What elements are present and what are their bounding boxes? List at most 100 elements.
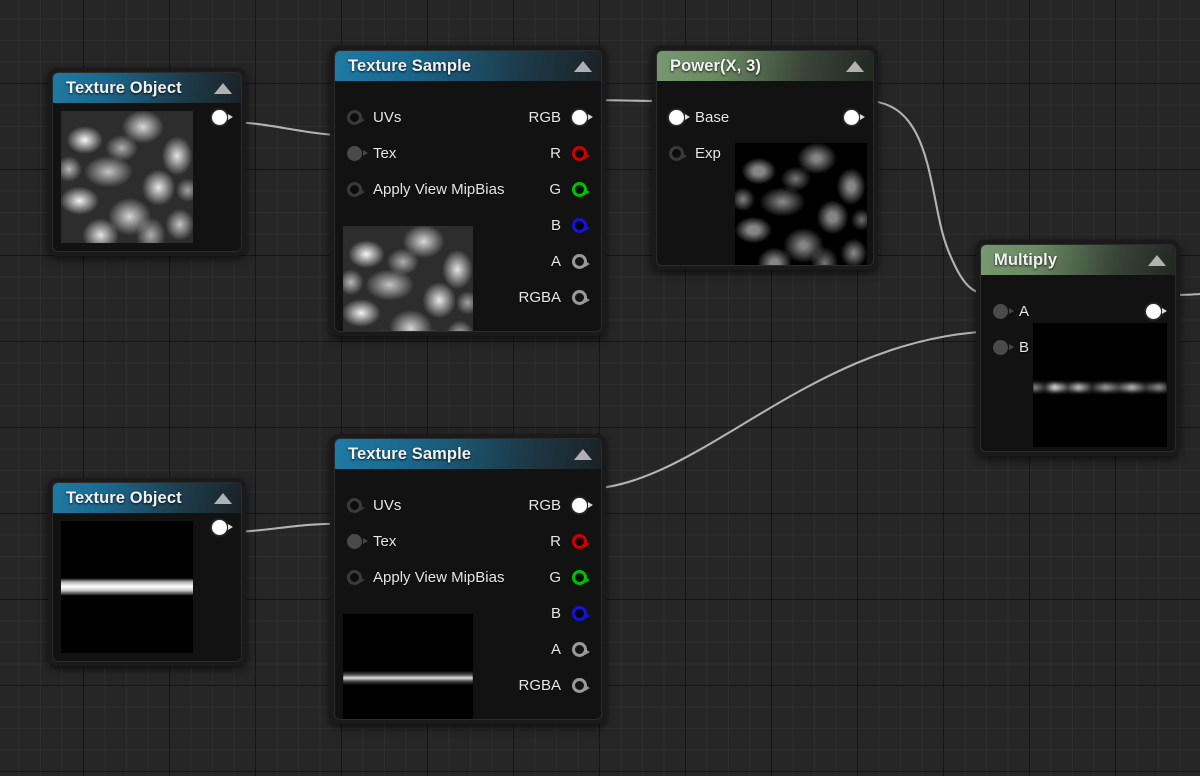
output-pin-b[interactable]	[572, 217, 590, 233]
output-pin-row[interactable]	[201, 509, 233, 545]
input-pin-row-apply-view-mipbias[interactable]: Apply View MipBias	[347, 171, 504, 207]
input-pin-label: Tex	[373, 532, 397, 550]
input-pin-label: Apply View MipBias	[373, 568, 505, 586]
output-pin-label: RGBA	[518, 288, 561, 306]
output-pin-g[interactable]	[572, 569, 590, 585]
output-pin[interactable]	[844, 109, 865, 125]
output-pin-label: A	[550, 640, 561, 658]
node-body-frame: Texture Object	[52, 482, 242, 662]
input-pin-uvs[interactable]	[347, 109, 365, 125]
input-pin-list: Base Exp	[669, 99, 729, 171]
output-pin-row-rgb[interactable]: RGB	[518, 99, 593, 135]
input-pin-row-uvs[interactable]: UVs	[347, 99, 504, 135]
output-pin-label: RGB	[528, 108, 561, 126]
output-pin-row-b[interactable]: B	[518, 207, 590, 243]
node-content	[53, 103, 241, 251]
output-pin-b[interactable]	[572, 605, 590, 621]
collapse-arrow-icon[interactable]	[214, 82, 232, 94]
input-pin-row-tex[interactable]: Tex	[347, 523, 504, 559]
node-body-frame: Texture Object	[52, 72, 242, 252]
node-title: Power(X, 3)	[670, 56, 761, 75]
node-texture-object-bottom[interactable]: Texture Object	[48, 478, 246, 666]
output-pin-row-r[interactable]: R	[518, 523, 590, 559]
output-pin-list	[833, 99, 865, 135]
input-pin-row-apply-view-mipbias[interactable]: Apply View MipBias	[347, 559, 504, 595]
input-pin-exp[interactable]	[669, 145, 687, 161]
collapse-arrow-icon[interactable]	[574, 60, 592, 72]
input-pin-apply-view-mipbias[interactable]	[347, 181, 365, 197]
input-pin-row-tex[interactable]: Tex	[347, 135, 504, 171]
input-pin-row-b[interactable]: B	[993, 329, 1029, 365]
output-pin-label: A	[550, 252, 561, 270]
input-pin-b[interactable]	[993, 339, 1014, 355]
input-pin-label: Exp	[695, 144, 721, 162]
node-texture-object-top[interactable]: Texture Object	[48, 68, 246, 256]
output-pin-label: R	[550, 532, 561, 550]
input-pin-label: UVs	[373, 108, 402, 126]
output-pin-row-r[interactable]: R	[518, 135, 590, 171]
output-pin-g[interactable]	[572, 181, 590, 197]
output-pin-label: B	[550, 216, 561, 234]
output-pin-list: RGB R G B A RGBA	[518, 487, 593, 703]
output-pin-r[interactable]	[572, 145, 590, 161]
node-texture-sample-bottom[interactable]: Texture Sample UVs Tex Apply View MipBia…	[330, 434, 606, 724]
input-pin-a[interactable]	[993, 303, 1014, 319]
input-pin-list: UVs Tex Apply View MipBias	[347, 487, 504, 595]
collapse-arrow-icon[interactable]	[574, 448, 592, 460]
input-pin-row-uvs[interactable]: UVs	[347, 487, 504, 523]
collapse-arrow-icon[interactable]	[214, 492, 232, 504]
texture-thumbnail	[61, 521, 193, 653]
collapse-arrow-icon[interactable]	[846, 60, 864, 72]
node-titlebar[interactable]: Multiply	[981, 245, 1175, 275]
input-pin-label: A	[1019, 302, 1030, 320]
output-pin-row-rgba[interactable]: RGBA	[518, 279, 590, 315]
input-pin-tex[interactable]	[347, 533, 368, 549]
node-content: Base Exp	[657, 81, 873, 265]
output-pin-row[interactable]	[201, 99, 233, 135]
input-pin-label: Tex	[373, 144, 397, 162]
output-pin-label: RGB	[528, 496, 561, 514]
input-pin-label: B	[1019, 338, 1030, 356]
output-pin-row-g[interactable]: G	[518, 559, 590, 595]
input-pin-row-a[interactable]: A	[993, 293, 1029, 329]
output-pin-rgb[interactable]	[572, 109, 593, 125]
output-pin-label: G	[549, 180, 561, 198]
output-pin-a[interactable]	[572, 253, 590, 269]
output-pin-row-rgba[interactable]: RGBA	[518, 667, 590, 703]
output-pin[interactable]	[1146, 303, 1167, 319]
node-power[interactable]: Power(X, 3) Base Exp	[652, 46, 878, 270]
node-texture-sample-top[interactable]: Texture Sample UVs Tex Apply View MipBia…	[330, 46, 606, 336]
collapse-arrow-icon[interactable]	[1148, 254, 1166, 266]
output-pin-row[interactable]	[833, 99, 865, 135]
input-pin-base[interactable]	[669, 109, 690, 125]
node-title: Multiply	[994, 250, 1058, 269]
input-pin-row-exp[interactable]: Exp	[669, 135, 729, 171]
input-pin-uvs[interactable]	[347, 497, 365, 513]
node-multiply[interactable]: Multiply A B	[976, 240, 1180, 456]
output-pin-rgba[interactable]	[572, 677, 590, 693]
node-titlebar[interactable]: Texture Sample	[335, 51, 601, 81]
wire-texsample-bottom-rgb-to-multiply-b	[582, 329, 1001, 491]
material-graph-canvas[interactable]: Texture Object Texture Sample UVs Tex Ap…	[0, 0, 1200, 776]
input-pin-row-base[interactable]: Base	[669, 99, 729, 135]
input-pin-apply-view-mipbias[interactable]	[347, 569, 365, 585]
output-pin-row-a[interactable]: A	[518, 631, 590, 667]
output-pin-row-a[interactable]: A	[518, 243, 590, 279]
node-content: UVs Tex Apply View MipBias RGB R G B A R…	[335, 469, 601, 719]
output-pin[interactable]	[212, 519, 233, 535]
output-pin-row-g[interactable]: G	[518, 171, 590, 207]
output-pin[interactable]	[212, 109, 233, 125]
node-titlebar[interactable]: Texture Sample	[335, 439, 601, 469]
output-pin-r[interactable]	[572, 533, 590, 549]
input-pin-list: UVs Tex Apply View MipBias	[347, 99, 504, 207]
output-pin-list	[201, 509, 233, 545]
output-pin-row-rgb[interactable]: RGB	[518, 487, 593, 523]
node-titlebar[interactable]: Power(X, 3)	[657, 51, 873, 81]
output-pin-rgba[interactable]	[572, 289, 590, 305]
output-pin-list	[201, 99, 233, 135]
output-pin-a[interactable]	[572, 641, 590, 657]
output-pin-rgb[interactable]	[572, 497, 593, 513]
output-pin-row-b[interactable]: B	[518, 595, 590, 631]
input-pin-tex[interactable]	[347, 145, 368, 161]
output-pin-label: G	[549, 568, 561, 586]
